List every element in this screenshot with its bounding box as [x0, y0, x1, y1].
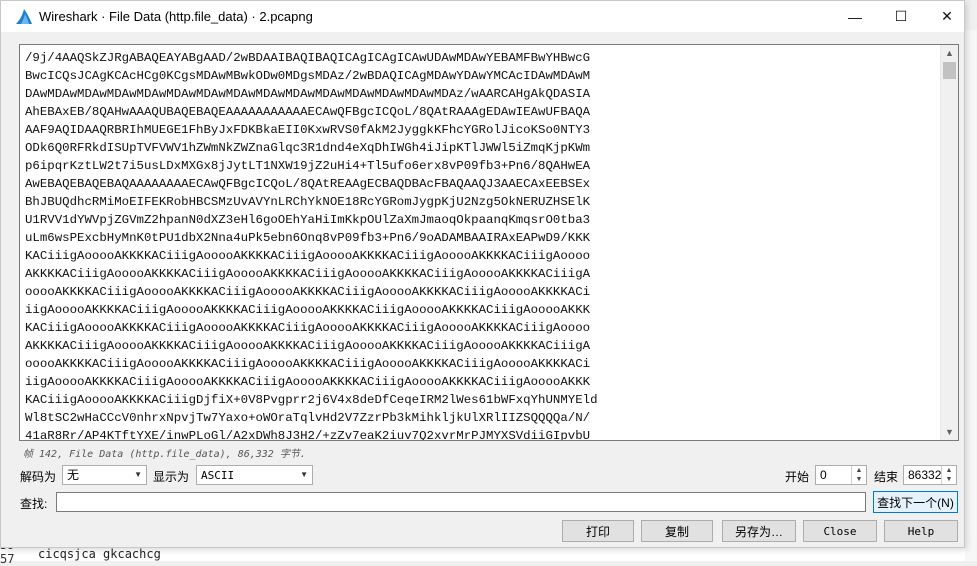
background-window-edge — [965, 30, 977, 561]
file-data-line: U1RVV1dYWVpjZGVmZ2hpanN0dXZ3eHl6goOEhYaH… — [25, 213, 591, 227]
spin-down-icon[interactable]: ▼ — [852, 475, 866, 484]
file-data-line: BhJBUQdhcRMiMoEIFEKRobHBCSMzUvAVYnLRChYk… — [25, 195, 591, 209]
show-as-value: ASCII — [201, 469, 235, 482]
file-data-line: /9j/4AAQSkZJRgABAQEAYABgAAD/2wBDAAIBAQIB… — [25, 51, 591, 65]
chevron-down-icon: ▼ — [134, 470, 142, 479]
close-icon: ✕ — [941, 8, 953, 24]
file-data-line: Wl8tSC2wHaCCcV0nhrxNpvjTw7Yaxo+oWOraTqlv… — [25, 411, 591, 425]
close-button[interactable]: Close — [803, 520, 877, 542]
print-button[interactable]: 打印 — [562, 520, 634, 542]
end-label: 结束 — [874, 470, 899, 484]
file-data-line: ooooAKKKKACiiigAooooAKKKKACiiigAooooAKKK… — [25, 357, 591, 371]
scroll-down-icon[interactable]: ▼ — [941, 424, 958, 440]
file-data-line: BwcICQsJCAgKCAcHCg0KCgsMDAwMBwkODw0MDgsM… — [25, 69, 591, 83]
copy-button[interactable]: 复制 — [641, 520, 713, 542]
file-data-line: AwEBAQEBAQEBAQAAAAAAAAECAwQFBgcICQoL/8QA… — [25, 177, 591, 191]
file-data-line: AhEBAxEB/8QAHwAAAQUBAQEBAQEAAAAAAAAAAAEC… — [25, 105, 591, 119]
window-title: Wireshark · File Data (http.file_data) ·… — [39, 9, 313, 24]
scroll-up-icon[interactable]: ▲ — [941, 45, 958, 61]
background-bytes-text: cicqsjca gkcachcg — [38, 547, 161, 561]
file-data-line: AKKKKACiiigAooooAKKKKACiiigAooooAKKKKACi… — [25, 339, 591, 353]
find-input[interactable] — [56, 492, 866, 512]
spin-up-icon[interactable]: ▲ — [942, 466, 956, 475]
spin-up-icon[interactable]: ▲ — [852, 466, 866, 475]
file-data-line: KACiiigAooooAKKKKACiiigAooooAKKKKACiiigA… — [25, 249, 591, 263]
spin-arrows[interactable]: ▲ ▼ — [851, 466, 866, 484]
find-label: 查找: — [20, 497, 48, 511]
show-as-label: 显示为 — [153, 470, 190, 484]
file-data-line: KACiiigAooooAKKKKACiiigAooooAKKKKACiiigA… — [25, 321, 591, 335]
frame-status-text: 帧 142, File Data (http.file_data), 86,33… — [23, 449, 306, 460]
find-next-button[interactable]: 查找下一个(N) — [873, 491, 958, 513]
file-data-line: p6ipqrKztLW2t7i5usLDxMXGx8jJytLT1NXW19jZ… — [25, 159, 591, 173]
file-data-line: KACiiigAooooAKKKKACiiigDjfiX+0V8Pvgprr2j… — [25, 393, 598, 407]
file-data-line: 41aR8Rr/AP4KTftYXE/inwPLoGl/A2xDWh8J3H2/… — [25, 429, 591, 441]
decode-as-value: 无 — [67, 468, 80, 482]
decode-as-select[interactable]: 无 ▼ — [62, 465, 147, 485]
spin-arrows[interactable]: ▲ ▼ — [941, 466, 956, 484]
bg-line-number: 57 — [0, 552, 15, 566]
file-data-content: /9j/4AAQSkZJRgABAQEAYABgAAD/2wBDAAIBAQIB… — [25, 49, 935, 441]
minimize-button[interactable]: — — [832, 1, 878, 32]
start-value: 0 — [820, 468, 827, 482]
start-label: 开始 — [785, 470, 810, 484]
wireshark-fin-icon — [16, 9, 32, 24]
save-as-button[interactable]: 另存为… — [722, 520, 796, 542]
scrollbar-thumb[interactable] — [943, 62, 956, 79]
minimize-icon: — — [848, 8, 862, 25]
help-button[interactable]: Help — [884, 520, 958, 542]
file-data-dialog: Wireshark · File Data (http.file_data) ·… — [0, 0, 965, 548]
maximize-icon: ☐ — [894, 8, 908, 24]
file-data-line: ooooAKKKKACiiigAooooAKKKKACiiigAooooAKKK… — [25, 285, 591, 299]
maximize-button[interactable]: ☐ — [878, 1, 924, 32]
file-data-line: AAF9AQIDAAQRBRIhMUEGE1FhByJxFDKBkaEII0Kx… — [25, 123, 591, 137]
file-data-line: iigAooooAKKKKACiiigAooooAKKKKACiiigAoooo… — [25, 303, 591, 317]
end-spinbox[interactable]: 86332 ▲ ▼ — [903, 465, 957, 485]
file-data-line: AKKKKACiiigAooooAKKKKACiiigAooooAKKKKACi… — [25, 267, 591, 281]
file-data-line: uLm6wsPExcbHyMnK0tPU1dbX2Nna4uPk5ebn6Onq… — [25, 231, 591, 245]
decode-as-label: 解码为 — [20, 470, 57, 484]
file-data-line: iigAooooAKKKKACiiigAooooAKKKKACiiigAoooo… — [25, 375, 591, 389]
chevron-down-icon: ▼ — [300, 470, 308, 479]
title-bar[interactable]: Wireshark · File Data (http.file_data) ·… — [1, 1, 964, 32]
show-as-select[interactable]: ASCII ▼ — [196, 465, 313, 485]
file-data-line: DAwMDAwMDAwMDAwMDAwMDAwMDAwMDAwMDAwMDAwM… — [25, 87, 591, 101]
close-window-button[interactable]: ✕ — [924, 1, 970, 32]
start-spinbox[interactable]: 0 ▲ ▼ — [815, 465, 867, 485]
file-data-text-area[interactable]: /9j/4AAQSkZJRgABAQEAYABgAAD/2wBDAAIBAQIB… — [19, 44, 959, 441]
end-value: 86332 — [908, 468, 942, 482]
file-data-line: ODk6Q0RFRkdISUpTVFVWV1hZWmNkZWZnaGlqc3R1… — [25, 141, 591, 155]
vertical-scrollbar[interactable]: ▲ ▼ — [940, 45, 958, 440]
spin-down-icon[interactable]: ▼ — [942, 475, 956, 484]
